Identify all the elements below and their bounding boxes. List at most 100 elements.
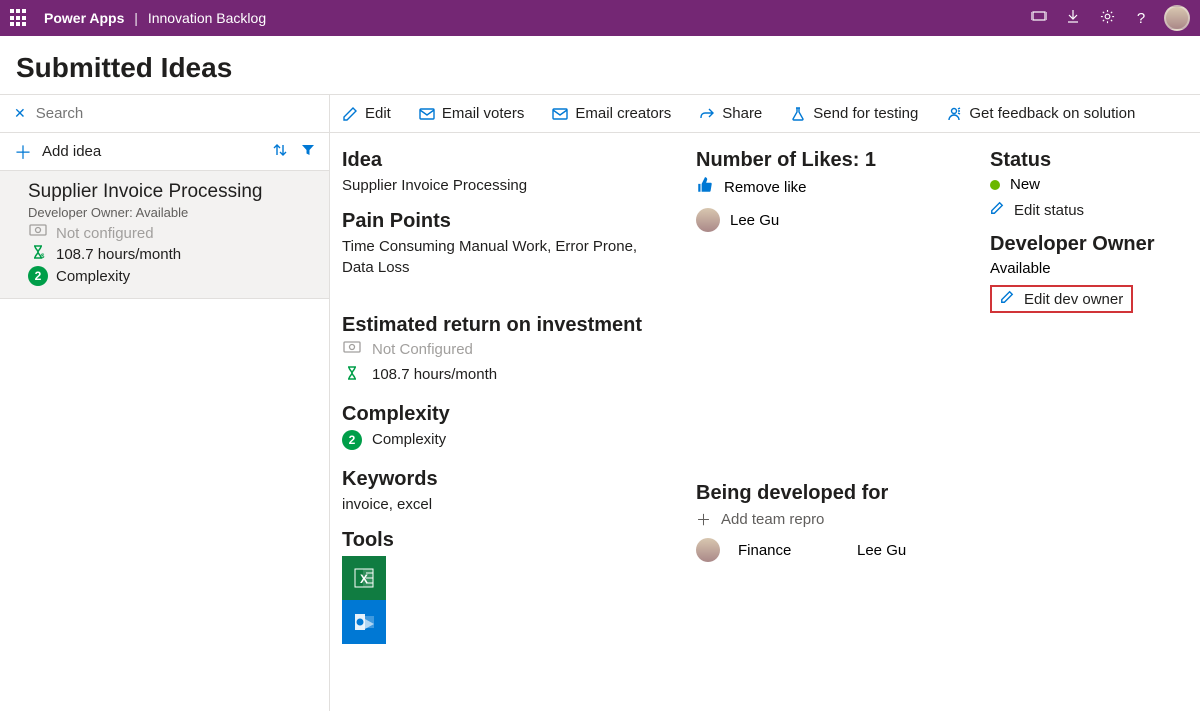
keywords-text: invoice, excel (342, 495, 672, 515)
detail-col-idea: Idea Supplier Invoice Processing Pain Po… (342, 147, 672, 711)
idea-card-owner: Developer Owner: Available (28, 205, 315, 220)
filter-icon[interactable] (301, 143, 315, 161)
idea-text: Supplier Invoice Processing (342, 176, 672, 196)
remove-like-row[interactable]: Remove like (696, 176, 966, 198)
roi-heading: Estimated return on investment (342, 314, 672, 337)
outlook-icon[interactable] (342, 600, 386, 644)
svg-text:$: $ (41, 254, 45, 260)
idea-card-complexity-text: Complexity (56, 268, 130, 285)
roi-config-row: Not Configured (342, 341, 672, 359)
avatar-icon (696, 208, 720, 232)
avatar-icon (696, 538, 720, 562)
detail-actionbar: Edit Email voters Email creators Share S… (330, 95, 1200, 133)
dev-owner-value: Available (990, 260, 1051, 277)
download-icon[interactable] (1056, 9, 1090, 27)
sort-icon[interactable] (273, 143, 287, 161)
hourglass-icon: $ (28, 244, 48, 264)
detail-body: Idea Supplier Invoice Processing Pain Po… (330, 133, 1200, 711)
add-idea-plus-icon[interactable]: ＋ (14, 139, 32, 165)
status-dot-icon (990, 180, 1000, 190)
help-icon[interactable]: ? (1124, 10, 1158, 27)
feedback-label: Get feedback on solution (969, 105, 1135, 122)
share-label: Share (722, 105, 762, 122)
edit-dev-owner-link[interactable]: Edit dev owner (1000, 290, 1123, 308)
app-brand: Power Apps | Innovation Backlog (44, 10, 266, 26)
brand-separator: | (134, 10, 138, 26)
detail-panel: Edit Email voters Email creators Share S… (330, 95, 1200, 711)
idea-card-title: Supplier Invoice Processing (28, 181, 315, 203)
complexity-heading: Complexity (342, 403, 672, 426)
thumb-up-icon (696, 176, 714, 198)
likes-heading: Number of Likes: 1 (696, 149, 966, 172)
pencil-icon (1000, 290, 1014, 308)
idea-card[interactable]: Supplier Invoice Processing Developer Ow… (0, 171, 329, 299)
idea-card-roi: Not configured (28, 224, 315, 242)
app-topbar: Power Apps | Innovation Backlog ? (0, 0, 1200, 36)
roi-hours-text: 108.7 hours/month (372, 366, 497, 383)
page-title: Submitted Ideas (16, 52, 1188, 84)
pain-text: Time Consuming Manual Work, Error Prone,… (342, 237, 672, 278)
like-voter-row: Lee Gu (696, 208, 966, 232)
app-name: Innovation Backlog (148, 10, 266, 26)
money-icon (28, 224, 48, 242)
user-avatar[interactable] (1164, 5, 1190, 31)
dev-for-person: Lee Gu (857, 542, 966, 559)
svg-text:X: X (360, 572, 368, 586)
dev-for-table: Finance Lee Gu (696, 538, 966, 562)
idea-card-hours: $ 108.7 hours/month (28, 244, 315, 264)
page-header: Submitted Ideas (0, 36, 1200, 94)
add-idea-row: ＋ Add idea (0, 133, 329, 171)
feedback-action[interactable]: Get feedback on solution (946, 105, 1135, 122)
edit-status-link[interactable]: Edit status (990, 201, 1188, 219)
search-input[interactable] (36, 105, 315, 122)
pencil-icon (990, 201, 1004, 219)
plus-icon: ＋ (696, 509, 711, 530)
idea-card-complexity: 2 Complexity (28, 266, 315, 286)
email-voters-label: Email voters (442, 105, 525, 122)
edit-action-label: Edit (365, 105, 391, 122)
email-creators-action[interactable]: Email creators (552, 105, 671, 122)
edit-status-label: Edit status (1014, 202, 1084, 219)
status-heading: Status (990, 149, 1188, 172)
remove-like-label: Remove like (724, 179, 807, 196)
tools-heading: Tools (342, 529, 672, 552)
email-voters-action[interactable]: Email voters (419, 105, 525, 122)
like-voter-name: Lee Gu (730, 212, 779, 229)
hourglass-icon (342, 365, 362, 385)
add-team-label: Add team repro (721, 511, 824, 528)
pain-heading: Pain Points (342, 210, 672, 233)
detail-col-likes: Number of Likes: 1 Remove like Lee Gu Be… (696, 147, 966, 711)
idea-heading: Idea (342, 149, 672, 172)
edit-dev-owner-highlight: Edit dev owner (990, 285, 1133, 313)
idea-list-panel: ✕ ＋ Add idea Supplier Invoice Processing… (0, 95, 330, 711)
dev-owner-heading: Developer Owner (990, 233, 1188, 256)
send-testing-action[interactable]: Send for testing (790, 105, 918, 122)
gear-icon[interactable] (1090, 9, 1124, 28)
add-idea-label[interactable]: Add idea (42, 143, 259, 160)
add-team-button[interactable]: ＋ Add team repro (696, 509, 966, 530)
dev-for-heading: Being developed for (696, 482, 966, 505)
money-icon (342, 341, 362, 359)
send-testing-label: Send for testing (813, 105, 918, 122)
detail-col-status: Status New Edit status Developer Owner A… (990, 147, 1188, 711)
fit-icon[interactable] (1022, 8, 1056, 28)
dev-owner-value-row: Available (990, 260, 1188, 277)
dev-for-team: Finance (738, 542, 847, 559)
edit-dev-owner-label: Edit dev owner (1024, 291, 1123, 308)
tools-row: X (342, 556, 672, 644)
waffle-icon[interactable] (10, 9, 28, 27)
edit-action[interactable]: Edit (342, 105, 391, 122)
status-value: New (1010, 176, 1040, 193)
excel-icon[interactable]: X (342, 556, 386, 600)
idea-card-roi-text: Not configured (56, 225, 154, 242)
status-value-row: New (990, 176, 1188, 193)
complexity-row: 2 Complexity (342, 430, 672, 450)
share-action[interactable]: Share (699, 105, 762, 122)
brand-name: Power Apps (44, 10, 124, 26)
search-clear-icon[interactable]: ✕ (14, 105, 26, 122)
roi-hours-row: 108.7 hours/month (342, 365, 672, 385)
keywords-heading: Keywords (342, 468, 672, 491)
complexity-text: Complexity (372, 431, 446, 448)
search-row: ✕ (0, 95, 329, 133)
complexity-badge: 2 (28, 266, 48, 286)
